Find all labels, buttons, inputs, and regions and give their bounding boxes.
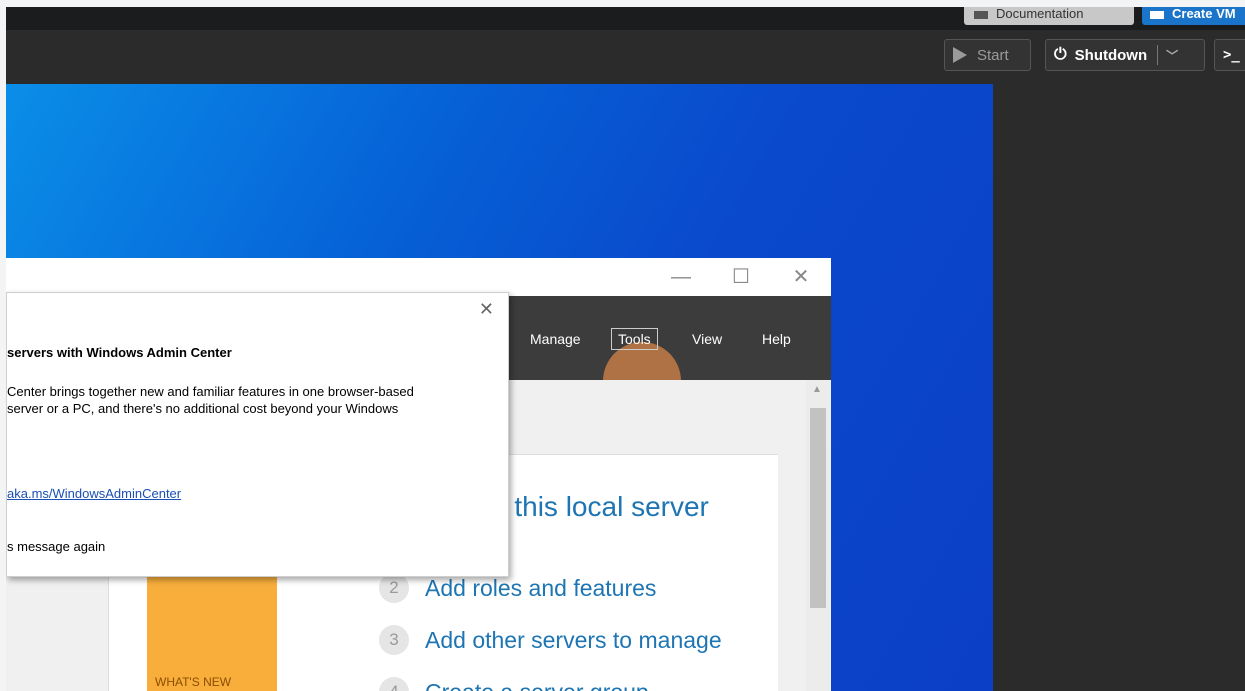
right-panel [993, 84, 1245, 691]
shutdown-button[interactable]: ⏻ Shutdown ﹀ [1045, 39, 1205, 71]
configure-server-link[interactable]: e this local server [491, 491, 709, 523]
documentation-button[interactable]: Documentation [964, 7, 1134, 25]
start-button[interactable]: Start [944, 39, 1031, 71]
terminal-icon: >_ [1223, 47, 1240, 63]
popup-body-line: Center brings together new and familiar … [7, 384, 414, 399]
power-icon: ⏻ [1054, 46, 1067, 63]
screen: { "header": { "documentation_label": "Do… [0, 0, 1245, 691]
play-icon [953, 47, 967, 63]
plus-icon [1150, 11, 1164, 19]
step-label: Add other servers to manage [425, 626, 722, 653]
step-label: Create a server group [425, 679, 649, 691]
popup-body: Center brings together new and familiar … [7, 383, 414, 417]
menu-tools[interactable]: Tools [611, 328, 658, 350]
shutdown-label: Shutdown [1074, 46, 1148, 64]
popup-body-line: server or a PC, and there's no additiona… [7, 401, 399, 416]
close-icon[interactable]: ✕ [771, 258, 831, 296]
create-server-group-link[interactable]: 4 Create a server group [379, 677, 649, 691]
add-roles-link[interactable]: 2 Add roles and features [379, 573, 656, 603]
step-number: 2 [379, 573, 409, 603]
windows-admin-center-popup: ✕ servers with Windows Admin Center Cent… [6, 292, 509, 577]
start-label: Start [977, 46, 1009, 64]
menu-view[interactable]: View [692, 331, 722, 347]
create-vm-button[interactable]: Create VM [1142, 7, 1245, 25]
step-number: 4 [379, 677, 409, 691]
divider [1157, 45, 1159, 65]
wac-link[interactable]: aka.ms/WindowsAdminCenter [7, 486, 181, 501]
vm-toolbar: Start ⏻ Shutdown ﹀ >_ [6, 30, 1245, 84]
scroll-up-icon[interactable]: ▲ [812, 384, 822, 395]
maximize-icon[interactable]: ☐ [711, 258, 771, 296]
add-servers-link[interactable]: 3 Add other servers to manage [379, 625, 722, 655]
popup-title: servers with Windows Admin Center [7, 345, 232, 360]
step-label: Add roles and features [425, 574, 657, 601]
whats-new-tile[interactable]: WHAT'S NEW [147, 575, 277, 691]
menu-manage[interactable]: Manage [530, 331, 581, 347]
create-vm-label: Create VM [1172, 7, 1236, 21]
window-controls: — ☐ ✕ [651, 258, 831, 296]
close-icon[interactable]: ✕ [479, 299, 494, 320]
scrollbar[interactable]: ▲ [806, 380, 830, 691]
menu-help[interactable]: Help [762, 331, 791, 347]
step-number: 3 [379, 625, 409, 655]
whats-new-label: WHAT'S NEW [155, 675, 232, 689]
document-icon [974, 11, 988, 19]
scrollbar-thumb[interactable] [810, 408, 826, 608]
chevron-down-icon[interactable]: ﹀ [1166, 47, 1178, 64]
minimize-icon[interactable]: — [651, 258, 711, 296]
top-bar: Documentation Create VM [6, 7, 1245, 30]
vm-desktop: — ☐ ✕ Manage Tools View Help WHAT'S NEW … [6, 84, 993, 691]
documentation-label: Documentation [996, 7, 1084, 21]
dont-show-again-checkbox-label[interactable]: s message again [7, 539, 105, 554]
terminal-button[interactable]: >_ [1214, 39, 1245, 71]
